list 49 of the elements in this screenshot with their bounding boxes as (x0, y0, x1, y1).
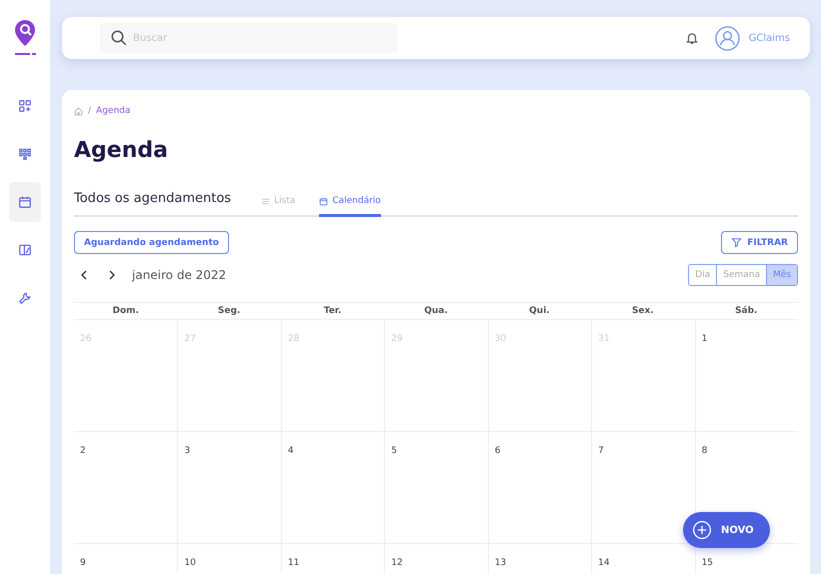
weekday-header: Seg. (177, 303, 281, 320)
day-number: 5 (391, 446, 398, 456)
day-number: 9 (80, 558, 86, 568)
day-number: 8 (702, 446, 708, 456)
month-label: janeiro de 2022 (132, 268, 226, 282)
page-title: Agenda (74, 138, 169, 163)
grid-plus-icon (18, 99, 32, 113)
logo-icon (13, 18, 37, 58)
calendar-icon (18, 195, 32, 209)
filter-button[interactable]: FILTRAR (721, 231, 798, 254)
new-button[interactable]: NOVO (683, 512, 770, 548)
view-button[interactable]: Mês (766, 265, 797, 285)
calendar-icon (319, 196, 328, 206)
plus-circle-icon (692, 520, 712, 540)
day-number: 12 (391, 558, 403, 568)
tab[interactable]: Calendário (319, 196, 381, 217)
sidebar-item[interactable] (9, 182, 41, 222)
weekday-header: Sáb. (694, 303, 798, 320)
wrench-icon (18, 291, 32, 305)
day-number: 7 (598, 446, 604, 456)
day-number: 13 (494, 558, 506, 568)
chevron-right-icon (107, 270, 117, 280)
day-number: 11 (288, 558, 300, 568)
day-number: 1 (702, 334, 708, 344)
day-number: 6 (494, 446, 500, 456)
weekday-header: Ter. (280, 303, 384, 320)
weekday-header: Dom. (74, 303, 178, 320)
day-number: 2 (80, 446, 86, 456)
weekday-header: Sex. (591, 303, 695, 320)
search-icon (110, 29, 128, 47)
breadcrumb-separator: / (88, 106, 92, 116)
day-number: 10 (184, 558, 196, 568)
breadcrumb-link[interactable]: Agenda (96, 106, 130, 116)
day-number: 3 (184, 446, 190, 456)
day-number: 15 (702, 558, 714, 568)
day-number: 4 (288, 446, 294, 456)
waiting-button[interactable]: Aguardando agendamento (74, 231, 229, 254)
weekday-header: Qua. (384, 303, 488, 320)
book-icon (18, 243, 32, 257)
filter-icon (731, 237, 742, 248)
bell-icon[interactable] (684, 31, 699, 45)
weekday-header: Qui. (488, 303, 592, 320)
dots-grid-icon (18, 147, 32, 161)
day-number: 14 (598, 558, 610, 568)
list-icon (261, 196, 270, 206)
chevron-left-icon (79, 270, 89, 280)
user-name[interactable]: GClaims (748, 32, 790, 44)
avatar-icon[interactable] (714, 26, 740, 50)
tab[interactable]: Todos os agendamentos (74, 191, 232, 217)
